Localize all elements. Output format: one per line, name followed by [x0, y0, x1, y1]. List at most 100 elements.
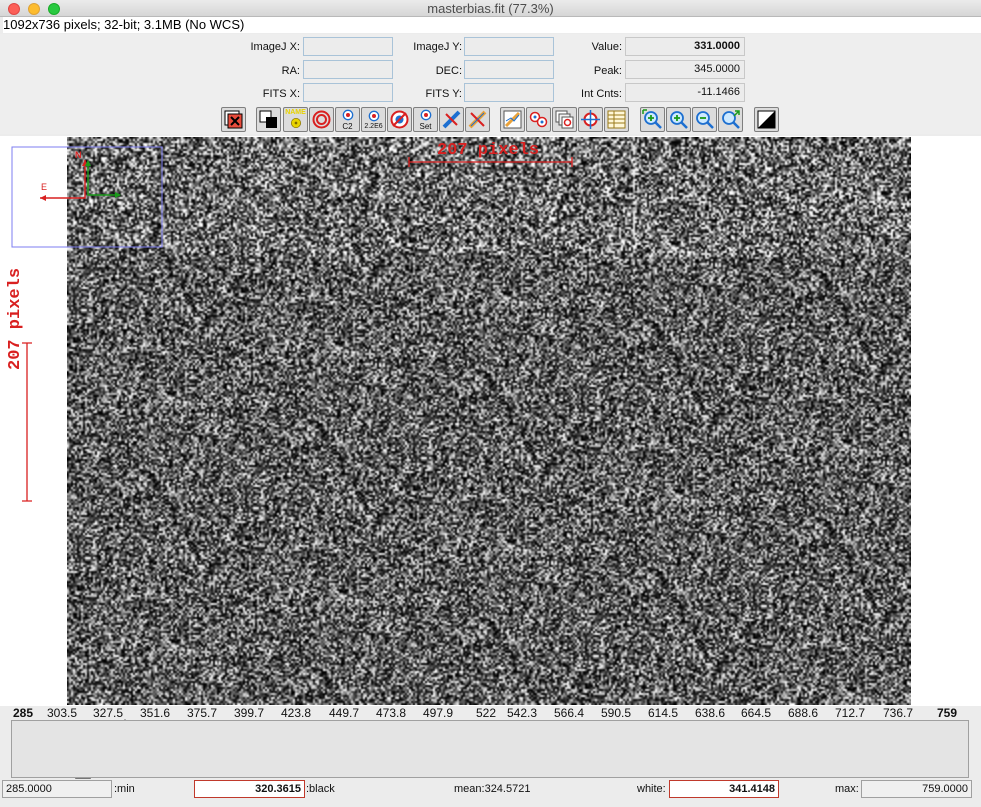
multi-aperture-button[interactable]: [500, 107, 525, 132]
fits-x-label: FITS X:: [262, 88, 300, 100]
ra-field[interactable]: [303, 60, 393, 79]
display-range-bar: 285.0000 :min 320.3615 :black mean:324.5…: [0, 780, 981, 800]
histogram-axis: 285 303.5 327.5 351.6 375.7 399.7 423.8 …: [0, 706, 981, 720]
centroid-button[interactable]: 2.2E6: [361, 107, 386, 132]
value-label: Value:: [591, 41, 622, 53]
name-button-label: NAME: [285, 109, 306, 116]
set-aperture-icon: [420, 109, 431, 121]
black-field[interactable]: 320.3615: [194, 780, 305, 798]
background-rings-icon: [390, 110, 409, 129]
black-label: :black: [306, 783, 335, 795]
histogram-tick: 522: [476, 706, 497, 720]
stack-button[interactable]: [552, 107, 577, 132]
int-cnts-label: Int Cnts:: [581, 88, 622, 100]
zoom-in-fit-button[interactable]: [640, 107, 665, 132]
clear-overlay-button[interactable]: [221, 107, 246, 132]
zoom-in-icon: [670, 111, 688, 129]
imagej-x-label: ImageJ X:: [250, 41, 300, 53]
zoom-in-plus-icon: [642, 109, 662, 129]
set-aperture-button[interactable]: Set: [413, 107, 438, 132]
mean-text: mean:324.5721: [454, 783, 531, 795]
multi-rings-icon: [529, 111, 548, 128]
name-aperture-icon: [290, 118, 301, 128]
target-icon: [581, 110, 600, 129]
imagej-y-field[interactable]: [464, 37, 554, 56]
overlay-squares-icon: [259, 110, 277, 128]
histogram-tick: 303.5: [47, 706, 78, 720]
histogram-tick: 473.8: [376, 706, 407, 720]
value-field[interactable]: 331.0000: [625, 37, 745, 56]
histogram-tick: 712.7: [835, 706, 866, 720]
image-info-line: 1092x736 pixels; 32-bit; 3.1MB (No WCS): [3, 17, 981, 33]
histogram-tick: 664.5: [741, 706, 772, 720]
ra-label: RA:: [281, 65, 300, 77]
horizontal-scale-label: 207 pixels: [437, 141, 540, 160]
max-label: max:: [835, 783, 859, 795]
histogram-tick: 759: [937, 706, 958, 720]
clear-overlay-icon: [224, 110, 243, 129]
white-field[interactable]: 341.4148: [669, 780, 779, 798]
peak-label: Peak:: [593, 65, 622, 77]
min-label: :min: [114, 783, 135, 795]
histogram-panel[interactable]: [11, 720, 969, 778]
compass-north-label: N: [75, 150, 82, 160]
histogram-tick: 423.8: [281, 706, 312, 720]
invert-lut-button[interactable]: [754, 107, 779, 132]
title-bar: masterbias.fit (77.3%): [0, 0, 981, 17]
crosshair-button[interactable]: [578, 107, 603, 132]
peak-field[interactable]: 345.0000: [625, 60, 745, 79]
aperture-rings-icon: [312, 110, 331, 129]
histogram-tick: 399.7: [234, 706, 265, 720]
zoom-in-button[interactable]: [666, 107, 691, 132]
bias-frame-image[interactable]: [67, 137, 911, 705]
contrast-triangle-icon: [757, 110, 776, 129]
centroid-aperture-icon: [368, 110, 379, 122]
c2-aperture-icon: [342, 109, 353, 121]
name-button[interactable]: NAME: [283, 107, 308, 132]
max-field[interactable]: 759.0000: [861, 780, 972, 798]
align-button[interactable]: [526, 107, 551, 132]
histogram-tick: 566.4: [554, 706, 585, 720]
histogram-tick: 327.5: [93, 706, 124, 720]
dec-label: DEC:: [435, 65, 462, 77]
histogram-tick: 614.5: [648, 706, 679, 720]
vertical-scale-label: 207 pixels: [6, 267, 25, 370]
white-label: white:: [637, 783, 666, 795]
compass-east-label: E: [41, 182, 48, 192]
clear-measurements-button[interactable]: [465, 107, 490, 132]
histogram-tick: 688.6: [788, 706, 819, 720]
zoom-out-button[interactable]: [692, 107, 717, 132]
zoom-fit-button[interactable]: [718, 107, 743, 132]
window-title: masterbias.fit (77.3%): [427, 1, 554, 16]
remove-background-button[interactable]: [387, 107, 412, 132]
c2-button-label: C2: [342, 122, 353, 131]
histogram-tick: 351.6: [140, 706, 171, 720]
brush-cross-icon: [468, 110, 487, 129]
histogram-tick: 638.6: [695, 706, 726, 720]
show-all-button[interactable]: [256, 107, 281, 132]
measure-button[interactable]: [439, 107, 464, 132]
histogram-tick: 736.7: [883, 706, 914, 720]
histogram-tick: 285: [13, 706, 34, 720]
centroid-button-label: 2.2E6: [364, 123, 383, 130]
histogram-tick: 375.7: [187, 706, 218, 720]
imagej-y-label: ImageJ Y:: [413, 41, 462, 53]
int-cnts-field[interactable]: -11.1466: [625, 83, 745, 102]
histogram-tick: 542.3: [507, 706, 538, 720]
histogram-tick: 590.5: [601, 706, 632, 720]
imagej-x-field[interactable]: [303, 37, 393, 56]
min-field[interactable]: 285.0000: [2, 780, 112, 798]
histogram-tick: 497.9: [423, 706, 454, 720]
zoom-fit-icon: [722, 110, 740, 129]
set-button-label: Set: [419, 122, 432, 131]
fits-x-field[interactable]: [303, 83, 393, 102]
dec-field[interactable]: [464, 60, 554, 79]
table-button[interactable]: [604, 107, 629, 132]
fits-y-label: FITS Y:: [425, 88, 462, 100]
stacked-frames-icon: [555, 110, 574, 129]
c2-button[interactable]: C2: [335, 107, 360, 132]
aperture-button[interactable]: [309, 107, 334, 132]
fits-y-field[interactable]: [464, 83, 554, 102]
plot-wand-icon: [503, 110, 522, 129]
ruler-pencil-icon: [442, 110, 461, 129]
